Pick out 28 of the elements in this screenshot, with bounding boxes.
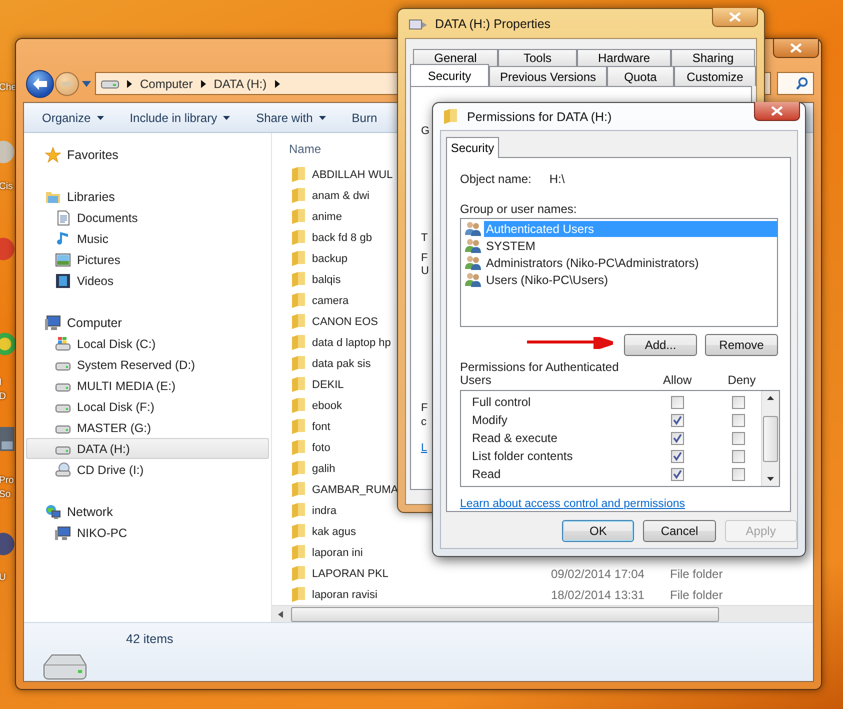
date-cell-text: 18/02/2014 13:31: [551, 588, 646, 602]
permission-name: Full control: [472, 395, 532, 409]
item-count: 42 items: [126, 632, 174, 646]
desktop-icon-label: D: [0, 391, 6, 402]
column-header: Deny: [728, 373, 756, 387]
desktop-icon-label: I: [0, 377, 2, 388]
permission-name: Read: [472, 467, 502, 481]
label-text: c: [421, 416, 426, 428]
type-cell: File folder: [670, 566, 723, 581]
column-header: Allow: [663, 373, 692, 387]
type-cell: File folder: [670, 588, 723, 602]
desktop-icon-label: U: [0, 572, 6, 583]
permission-name: Modify: [472, 413, 508, 427]
label-text: G: [421, 125, 430, 137]
object-name-value: H:\: [549, 172, 565, 186]
field-label: Object name:: [460, 172, 532, 186]
section-label: Permissions for Authenticated Users: [460, 361, 620, 387]
date-cell-text: 09/02/2014 17:04: [551, 566, 646, 581]
label-text: F: [421, 402, 428, 414]
desktop-icon-label: Pro: [0, 475, 14, 486]
permission-name: List folder contents: [472, 449, 574, 463]
label-text: T: [421, 232, 428, 244]
window-title: Permissions for DATA (H:): [467, 110, 612, 124]
label-text: F: [421, 252, 428, 264]
permission-name: Read & execute: [472, 431, 558, 445]
field-label: Group or user names:: [460, 201, 577, 217]
label-text: U: [421, 265, 429, 277]
window-title: DATA (H:) Properties: [435, 16, 551, 30]
